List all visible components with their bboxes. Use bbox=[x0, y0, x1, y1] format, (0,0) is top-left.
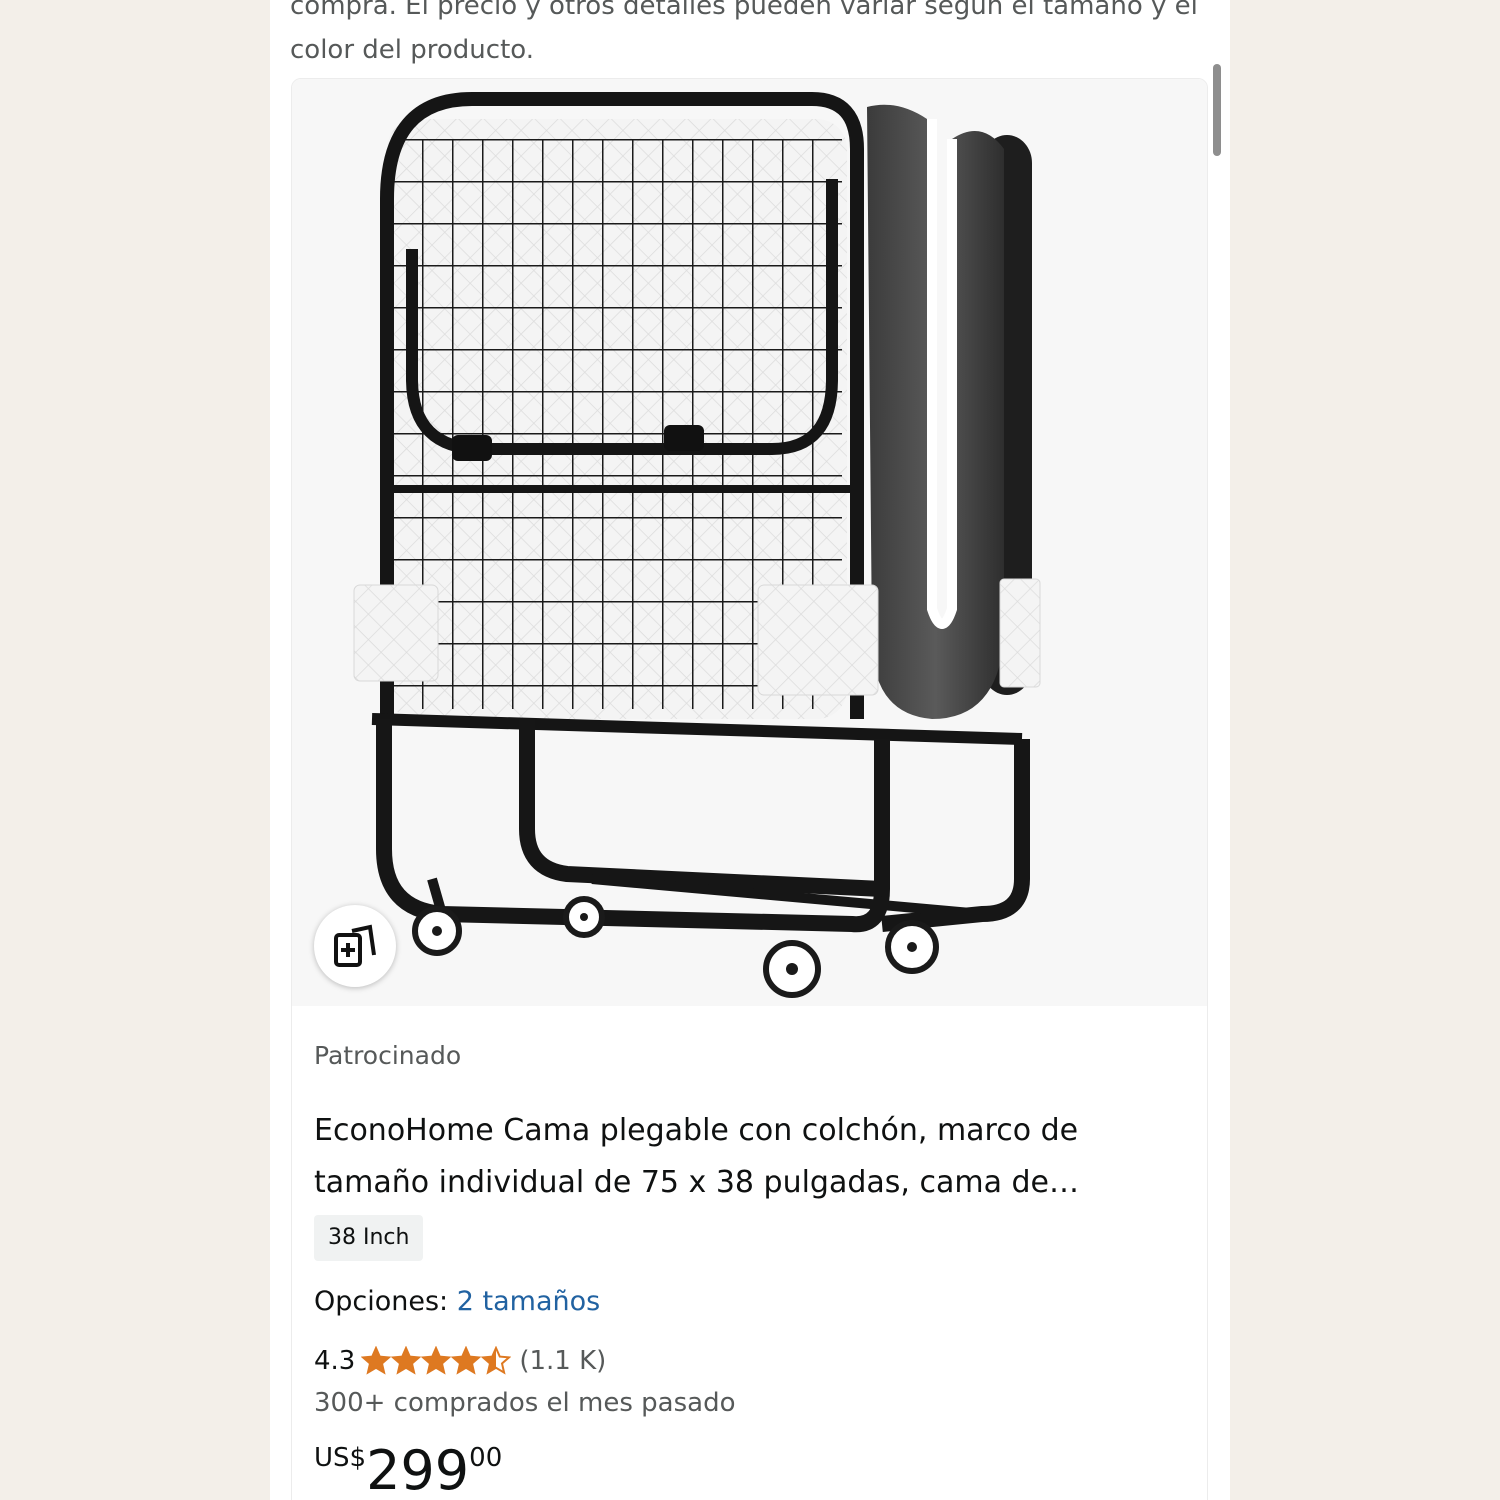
options-sizes-link[interactable]: 2 tamaños bbox=[457, 1286, 600, 1317]
star-icon bbox=[421, 1346, 452, 1375]
star-icon bbox=[361, 1346, 392, 1375]
product-card[interactable]: Patrocinado EconoHome Cama plegable con … bbox=[291, 78, 1208, 1500]
star-rating bbox=[361, 1346, 512, 1376]
options-label: Opciones: bbox=[314, 1286, 449, 1317]
price-currency: US$ bbox=[314, 1443, 367, 1473]
product-title-link[interactable]: EconoHome Cama plegable con colchón, mar… bbox=[314, 1105, 1174, 1209]
price-whole: 299 bbox=[366, 1439, 470, 1500]
add-to-compare-button[interactable] bbox=[314, 905, 396, 987]
rating-row[interactable]: 4.3 (1.1 K) bbox=[314, 1341, 606, 1381]
star-icon bbox=[451, 1346, 482, 1375]
add-to-compare-icon bbox=[334, 924, 376, 967]
sponsored-label: Patrocinado bbox=[314, 1041, 462, 1070]
star-icon bbox=[391, 1346, 422, 1375]
folding-bed-illustration bbox=[353, 92, 1041, 998]
options-row: Opciones: 2 tamaños bbox=[314, 1279, 600, 1325]
purchase-count-text: 300+ comprados el mes pasado bbox=[314, 1388, 736, 1418]
price: US$ 299 00 bbox=[314, 1435, 502, 1500]
price-disclaimer-text: compra. El precio y otros detalles puede… bbox=[290, 0, 1198, 65]
review-count[interactable]: (1.1 K) bbox=[519, 1346, 606, 1376]
product-image[interactable] bbox=[292, 79, 1207, 1006]
scrollbar[interactable] bbox=[1213, 64, 1221, 156]
phone-screen: compra. El precio y otros detalles puede… bbox=[270, 0, 1230, 1500]
star-icon bbox=[481, 1346, 512, 1375]
rating-value: 4.3 bbox=[314, 1346, 356, 1376]
size-badge: 38 Inch bbox=[314, 1215, 424, 1261]
price-fraction: 00 bbox=[469, 1443, 503, 1473]
